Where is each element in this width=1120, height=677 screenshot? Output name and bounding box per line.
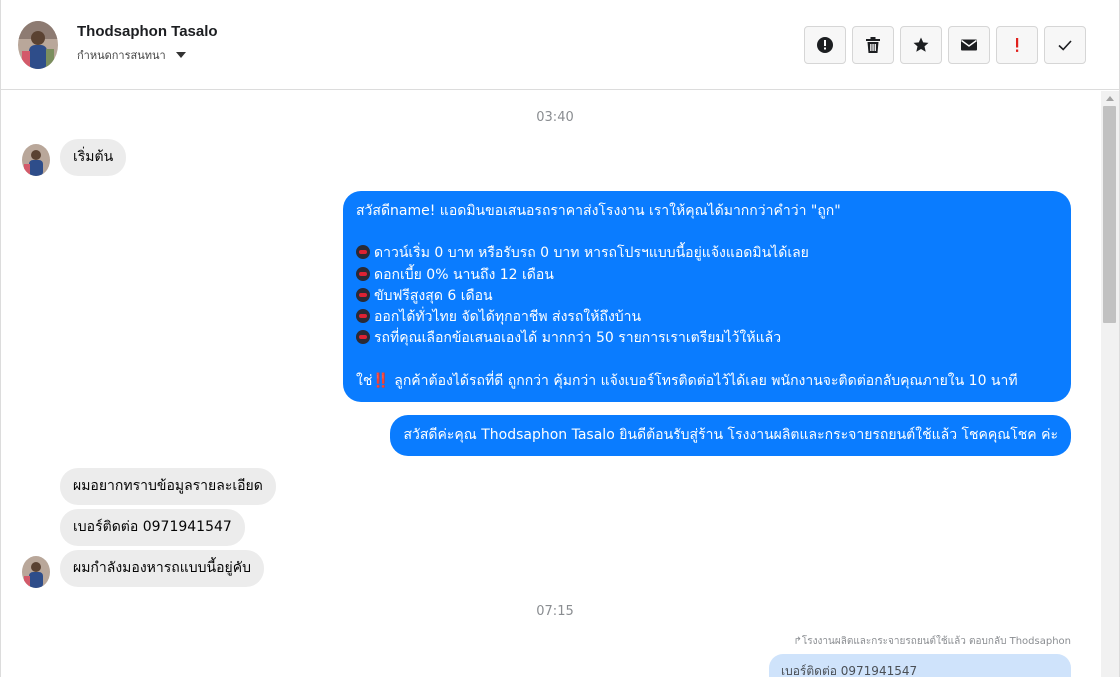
messenger-inbox-window: Thodsaphon Tasalo กำหนดการสนทนา 03:40 เร… (0, 0, 1120, 677)
message-line: ดอกเบี้ย 0% นานถึง 12 เดือน (374, 266, 554, 283)
quoted-message: เบอร์ติดต่อ 0971941547 (769, 654, 1071, 677)
car-emoji-icon (356, 245, 370, 260)
message-line: ออกได้ทั่วไทย จัดได้ทุกอาชีพ ส่งรถให้ถึง… (374, 309, 642, 326)
header-actions (804, 26, 1086, 64)
scrollbar-thumb[interactable] (1103, 106, 1116, 323)
check-icon (1058, 40, 1072, 51)
delete-button[interactable] (852, 26, 894, 64)
incoming-message: ผมอยากทราบข้อมูลรายละเอียด (60, 468, 276, 505)
report-spam-button[interactable] (804, 26, 846, 64)
contact-avatar[interactable] (18, 21, 58, 69)
mark-done-button[interactable] (1044, 26, 1086, 64)
star-icon (913, 37, 929, 52)
reply-context: ↱โรงงานผลิตและกระจายรถยนต์ใช้แล้ว ตอบกลั… (793, 634, 1071, 649)
timestamp: 07:15 (536, 604, 574, 619)
contact-name: Thodsaphon Tasalo (77, 23, 218, 40)
mark-unread-button[interactable] (948, 26, 990, 64)
contact-avatar-small (22, 556, 50, 588)
car-emoji-icon (356, 266, 370, 281)
message-line: ลูกค้าต้องได้รถที่ดี ถูกกว่า คุ้มกว่า แจ… (394, 372, 1018, 389)
double-exclamation-icon: ‼️ (372, 372, 390, 389)
thread-scrollbar[interactable] (1101, 91, 1119, 677)
car-emoji-icon (356, 309, 370, 324)
outgoing-message: สวัสดีค่ะคุณ Thodsaphon Tasalo ยินดีต้อน… (390, 415, 1071, 457)
incoming-message: ผมกำลังมองหารถแบบนี้อยู่คับ (60, 550, 264, 587)
alert-circle-icon (817, 37, 833, 53)
outgoing-message: สวัสดีname! แอดมินขอเสนอรถราคาส่งโรงงาน … (343, 191, 1071, 403)
timestamp: 03:40 (536, 110, 574, 125)
message-line: รถที่คุณเลือกข้อเสนอเองได้ มากกว่า 50 รา… (374, 330, 782, 347)
flag-important-button[interactable] (996, 26, 1038, 64)
car-emoji-icon (356, 287, 370, 302)
caret-down-icon (175, 52, 186, 58)
message-line: สวัสดีname! แอดมินขอเสนอรถราคาส่งโรงงาน … (356, 203, 841, 219)
envelope-icon (961, 39, 977, 51)
car-emoji-icon (356, 330, 370, 345)
incoming-message: เบอร์ติดต่อ 0971941547 (60, 509, 245, 546)
assign-conversation-dropdown[interactable]: กำหนดการสนทนา (77, 46, 186, 64)
message-line: ใช่ (356, 372, 373, 389)
message-line: ดาวน์เริ่ม 0 บาท หรือรับรถ 0 บาท หารถโปร… (374, 245, 809, 262)
message-thread[interactable]: 03:40 เริ่มต้น สวัสดีname! แอดมินขอเสนอร… (1, 91, 1101, 677)
assign-conversation-label: กำหนดการสนทนา (77, 49, 166, 62)
star-button[interactable] (900, 26, 942, 64)
scroll-up-arrow-icon[interactable] (1106, 96, 1114, 101)
exclamation-icon (1016, 38, 1019, 52)
conversation-header: Thodsaphon Tasalo กำหนดการสนทนา (1, 0, 1119, 90)
incoming-message: เริ่มต้น (60, 139, 127, 176)
message-line: ขับฟรีสูงสุด 6 เดือน (374, 287, 493, 304)
reply-context-label: โรงงานผลิตและกระจายรถยนต์ใช้แล้ว ตอบกลับ… (801, 636, 1071, 647)
trash-icon (866, 37, 880, 53)
reply-arrow-icon: ↱ (793, 636, 802, 647)
contact-avatar-small (22, 144, 50, 176)
